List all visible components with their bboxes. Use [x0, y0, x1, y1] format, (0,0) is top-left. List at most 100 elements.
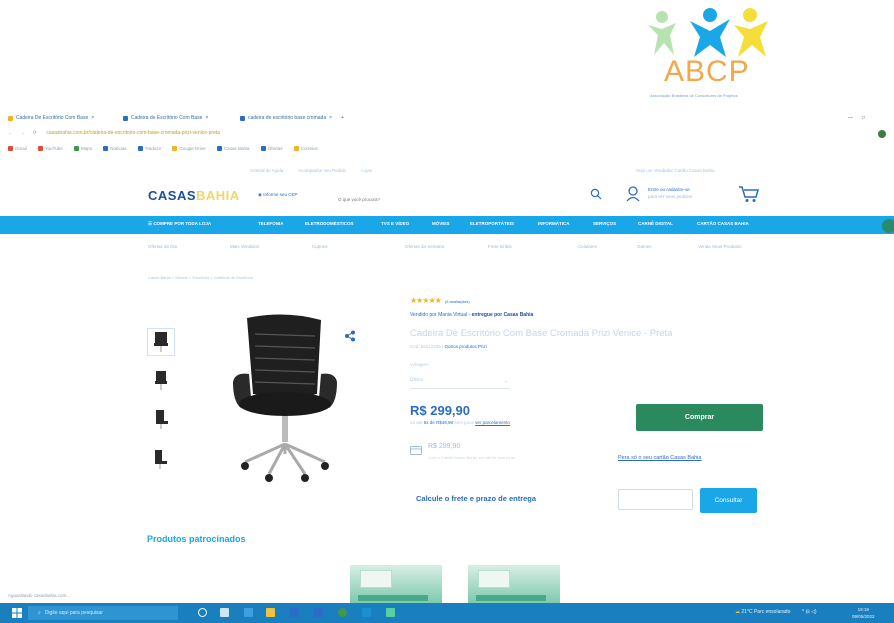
subnav-item[interactable]: Cupons [312, 244, 328, 249]
casas-bahia-logo[interactable]: CASASBAHIA [148, 188, 240, 203]
product-thumbnail[interactable] [147, 366, 175, 394]
edge-icon[interactable] [244, 608, 253, 617]
close-icon[interactable]: × [91, 115, 94, 121]
app-icon[interactable] [386, 608, 395, 617]
chair-thumb-icon [156, 410, 168, 429]
close-icon[interactable]: × [205, 115, 208, 121]
taskbar-clock[interactable]: 19:19 09/05/2022 [852, 606, 875, 620]
breadcrumb[interactable]: Casas Bahia > Móveis > Escritório > Cade… [148, 275, 253, 280]
cortana-icon[interactable] [198, 608, 207, 617]
login-link[interactable]: Entre ou cadastre-se para ver seus pedido… [648, 186, 692, 200]
bookmarks-bar: Gmail YouTube Maps Notícias Traduzir Goo… [8, 146, 888, 156]
product-thumbnail[interactable] [147, 328, 175, 356]
nav-label: COMPRE POR TODA LOJA [153, 221, 212, 226]
taskbar-search-label: Digite aqui para pesquisar [44, 610, 103, 616]
subnav-item[interactable]: Frete Grátis [488, 244, 512, 249]
subnav-item[interactable]: Venda Seus Produtos [698, 244, 742, 249]
nav-telefonia[interactable]: TELEFONIA [258, 221, 284, 226]
product-main-image[interactable] [225, 312, 345, 487]
buy-button[interactable]: Comprar [636, 404, 763, 431]
sponsored-product-image[interactable] [350, 565, 442, 603]
taskbar-weather[interactable]: ☁ 21°C Parc ensolarado ^ ⊟ ◁) [735, 609, 817, 615]
bookmark-item[interactable]: Traduzir [137, 146, 161, 152]
nav-eletrodomesticos[interactable]: ELETRODOMÉSTICOS [305, 221, 354, 226]
nav-tvs[interactable]: TVS E VÍDEO [381, 221, 409, 226]
browser-tab[interactable]: Cadeira de Escritório Com Base × [123, 112, 208, 124]
bookmark-item[interactable]: Casas Bahia [216, 146, 249, 152]
nav-all-store[interactable]: ☰ COMPRE POR TODA LOJA [148, 221, 211, 227]
nav-cartao[interactable]: CARTÃO CASAS BAHIA [697, 221, 749, 226]
search-icon[interactable] [590, 188, 602, 200]
nav-carne[interactable]: CARNÊ DIGITAL [638, 221, 673, 226]
chrome-icon[interactable] [338, 608, 347, 617]
installments-link[interactable]: ver parcelamento [475, 420, 510, 425]
bookmark-icon [8, 146, 13, 152]
cep-input[interactable] [618, 489, 693, 510]
address-bar[interactable]: ← → ⟳ casasbahia.com.br/cadeira-de-escri… [8, 130, 888, 142]
subnav-item[interactable]: Mais Vendidos [230, 244, 259, 249]
brand-products-link[interactable]: Outros produtos Prizi [444, 344, 486, 349]
taskbar-search[interactable]: ⌕ Digite aqui para pesquisar [28, 606, 178, 620]
nav-informatica[interactable]: INFORMÁTICA [538, 221, 570, 226]
bookmark-item[interactable]: Ofertas [260, 146, 282, 152]
subnav-item[interactable]: Ofertas do Dia [148, 244, 177, 249]
bookmark-item[interactable]: Correios [293, 146, 318, 152]
tab-favicon-icon [8, 115, 13, 121]
windows-start-icon[interactable] [12, 608, 22, 618]
freight-label: Calcule o frete e prazo de entrega [416, 494, 537, 503]
mail-icon[interactable] [314, 608, 323, 617]
app-icon[interactable] [362, 608, 371, 617]
subnav-item[interactable]: Games [637, 244, 652, 249]
cep-link[interactable]: ◉ Informe seu CEP [258, 192, 297, 198]
back-icon[interactable]: ← [8, 130, 13, 136]
minimize-icon[interactable]: — [848, 115, 853, 121]
browser-tabbar: Cadeira De Escritório Com Base × Cadeira … [8, 112, 888, 126]
abcp-subtitle: Associação Brasileira de Consultores de … [650, 93, 738, 98]
product-price: R$ 299,90 [410, 403, 470, 418]
subnav-item[interactable]: Ofertas da Semana [405, 244, 444, 249]
subnav-item[interactable]: Celulares [578, 244, 597, 249]
people-logo-icon [648, 8, 768, 57]
bookmark-item[interactable]: Google Drive [172, 146, 206, 152]
tray-icons[interactable]: ^ ⊟ ◁) [802, 609, 817, 615]
maximize-icon[interactable]: □ [862, 115, 865, 121]
bookmark-item[interactable]: YouTube [38, 146, 63, 152]
weather-icon: ☁ [735, 609, 740, 615]
task-view-icon[interactable] [220, 608, 229, 617]
browser-tab[interactable]: cadeira de escritório base cromada × + [240, 112, 344, 124]
browser-tab[interactable]: Cadeira De Escritório Com Base × [8, 112, 94, 124]
user-icon[interactable] [626, 186, 640, 202]
share-icon[interactable] [344, 330, 356, 342]
delivery-label[interactable]: entregue por Casas Bahia [472, 312, 534, 318]
search-box [336, 188, 606, 207]
bookmark-item[interactable]: Gmail [8, 146, 27, 152]
cart-icon[interactable] [738, 185, 760, 203]
search-input[interactable] [336, 192, 590, 207]
card-link[interactable]: Pera só o seu cartão Casas Bahia [618, 455, 701, 461]
file-explorer-icon[interactable] [266, 608, 275, 617]
product-thumbnail[interactable] [147, 405, 175, 433]
stores-link[interactable]: Lojas [361, 168, 372, 173]
voltage-select[interactable]: Única ⌄ [410, 377, 510, 389]
bookmark-item[interactable]: Maps [73, 146, 92, 152]
reload-icon[interactable]: ⟳ [33, 130, 37, 136]
right-util-links[interactable]: Seja um Vendedor Cartão Casas Bahia [636, 168, 715, 173]
nav-moveis[interactable]: MÓVEIS [432, 221, 450, 226]
consult-button[interactable]: Consultar [700, 488, 757, 513]
store-icon[interactable] [290, 608, 299, 617]
help-link[interactable]: Central de Ajuda [250, 168, 283, 173]
sponsored-product-image[interactable] [468, 565, 560, 603]
bookmark-item[interactable]: Notícias [103, 146, 127, 152]
close-icon[interactable]: × [329, 115, 332, 121]
installments-suffix: sem juros [454, 420, 474, 425]
product-thumbnail[interactable] [147, 444, 175, 472]
nav-servicos[interactable]: SERVIÇOS [593, 221, 616, 226]
whatsapp-icon[interactable] [882, 219, 894, 233]
forward-icon[interactable]: → [20, 130, 25, 136]
track-order-link[interactable]: Acompanhe seu Pedido [298, 168, 346, 173]
new-tab-icon[interactable]: + [341, 115, 344, 121]
bookmark-icon [103, 146, 109, 152]
product-rating[interactable]: ★★★★★ (6 avaliações) [410, 296, 470, 305]
profile-icon[interactable] [878, 130, 886, 138]
nav-eletroportateis[interactable]: ELETROPORTÁTEIS [470, 221, 514, 226]
